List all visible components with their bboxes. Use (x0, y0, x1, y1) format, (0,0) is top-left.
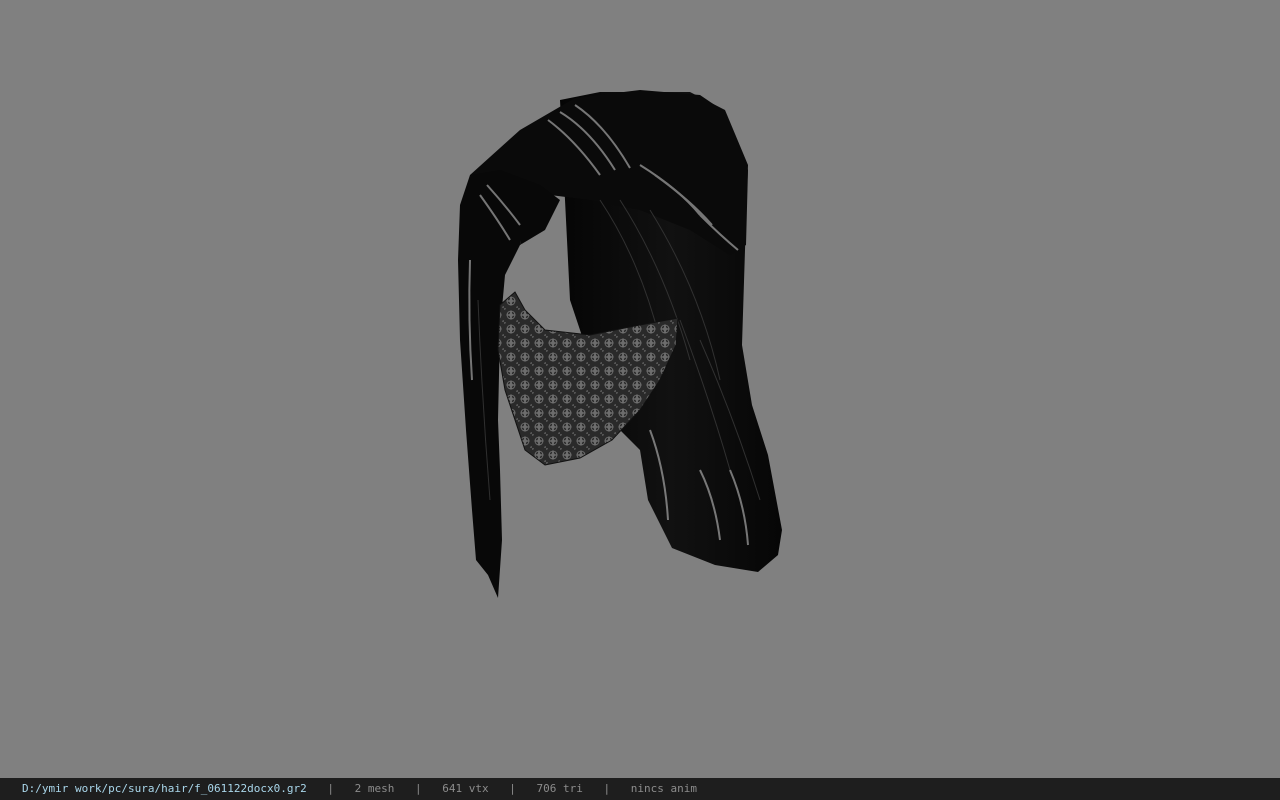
vertex-count-label: 641 vtx (442, 782, 489, 795)
status-separator: | (603, 782, 611, 795)
3d-viewport[interactable] (0, 0, 1280, 778)
status-separator: | (327, 782, 335, 795)
hair-model-render (458, 90, 782, 598)
status-bar: D:/ymir work/pc/sura/hair/f_061122docx0.… (0, 778, 1280, 800)
animation-status-label: nincs anim (630, 782, 697, 795)
file-path-label: D:/ymir work/pc/sura/hair/f_061122docx0.… (22, 782, 307, 795)
status-separator: | (509, 782, 516, 795)
triangle-count-label: 706 tri (536, 782, 583, 795)
mesh-count-label: 2 mesh (354, 782, 395, 795)
status-separator: | (415, 782, 422, 795)
